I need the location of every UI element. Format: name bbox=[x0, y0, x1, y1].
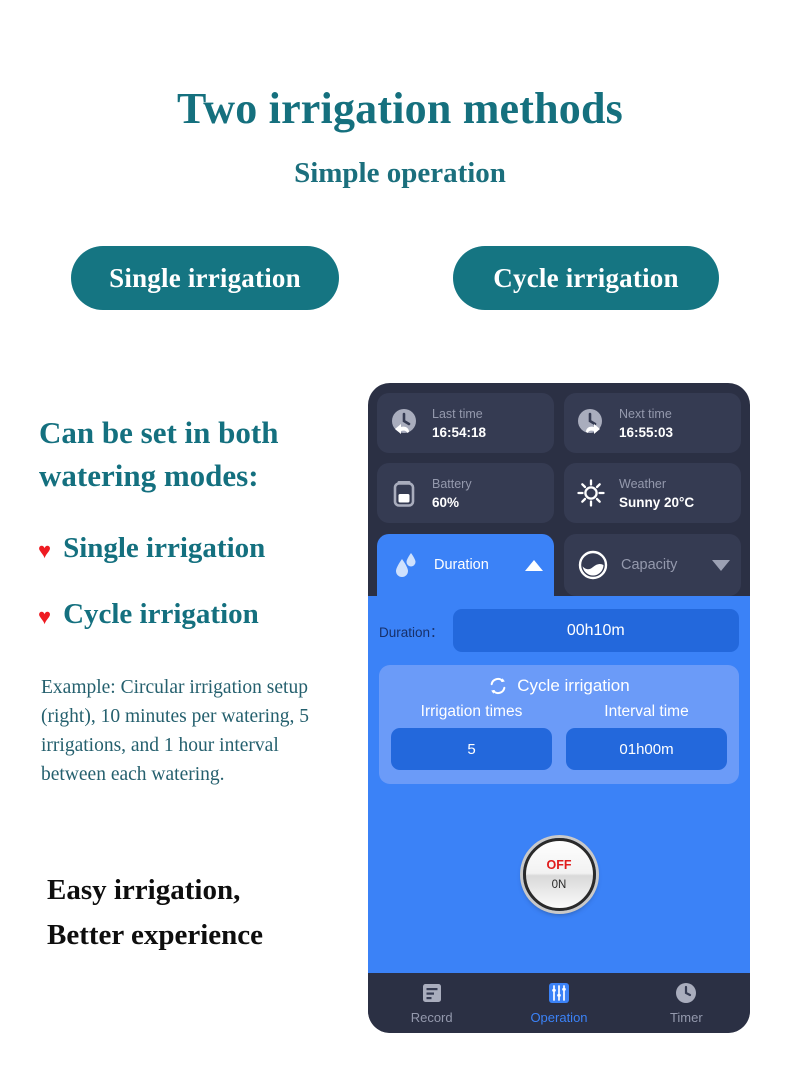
status-card-value: 16:55:03 bbox=[619, 424, 674, 440]
cycle-title: Cycle irrigation bbox=[517, 676, 630, 695]
interval-time-label: Interval time bbox=[604, 703, 689, 720]
page-title: Two irrigation methods bbox=[176, 84, 623, 133]
capacity-icon bbox=[575, 547, 611, 583]
nav-item-record[interactable]: Record bbox=[368, 981, 495, 1025]
duration-panel: Duration： 00h10m Cycle irrigation Irriga… bbox=[368, 596, 750, 973]
badge-cycle-irrigation[interactable]: Cycle irrigation bbox=[453, 246, 719, 310]
record-icon bbox=[420, 981, 444, 1005]
power-knob-area: OFF 0N bbox=[379, 784, 739, 973]
status-card-value: 16:54:18 bbox=[432, 424, 487, 440]
loop-icon bbox=[488, 676, 508, 696]
status-card-label: Next time bbox=[619, 406, 672, 421]
status-card-label: Battery bbox=[432, 476, 472, 491]
cycle-header: Cycle irrigation bbox=[391, 676, 727, 696]
nav-label: Timer bbox=[669, 1010, 703, 1025]
status-card-next-time[interactable]: Next time 16:55:03 bbox=[564, 393, 741, 453]
page-subtitle: Simple operation bbox=[294, 157, 506, 189]
mode-tabs: Duration Capacity bbox=[377, 534, 741, 596]
duration-value-field[interactable]: 00h10m bbox=[452, 609, 739, 652]
phone-mockup: Last time 16:54:18 Next time 16:55:03 Ba… bbox=[368, 383, 750, 1033]
nav-label: Operation bbox=[530, 1010, 588, 1025]
power-toggle-knob[interactable]: OFF 0N bbox=[522, 838, 596, 911]
irrigation-times-group: Irrigation times 5 bbox=[391, 703, 552, 770]
list-item-label: Single irrigation bbox=[63, 532, 266, 564]
nav-item-timer[interactable]: Timer bbox=[623, 981, 750, 1025]
nav-item-operation[interactable]: Operation bbox=[495, 981, 622, 1025]
status-cards: Last time 16:54:18 Next time 16:55:03 Ba… bbox=[377, 393, 741, 523]
triangle-down-icon[interactable] bbox=[712, 559, 730, 571]
status-card-battery[interactable]: Battery 60% bbox=[377, 463, 554, 523]
status-card-weather[interactable]: Weather Sunny 20°C bbox=[564, 463, 741, 523]
heart-icon: ♥ bbox=[38, 537, 52, 563]
nav-label: Record bbox=[410, 1010, 453, 1025]
cycle-fields: Irrigation times 5 Interval time 01h00m bbox=[391, 703, 727, 770]
status-card-label: Weather bbox=[619, 476, 667, 491]
status-card-last-time[interactable]: Last time 16:54:18 bbox=[377, 393, 554, 453]
tab-duration[interactable]: Duration bbox=[377, 534, 554, 596]
example-paragraph: Example: Circular irrigation setup (righ… bbox=[41, 677, 310, 785]
tab-label: Duration bbox=[434, 557, 489, 573]
list-item-label: Cycle irrigation bbox=[63, 598, 259, 630]
modes-heading: Can be set in both watering modes: bbox=[39, 415, 279, 493]
closing-line-1: Easy irrigation, bbox=[47, 874, 241, 906]
status-card-value: 60% bbox=[432, 494, 460, 510]
list-item: ♥ Cycle irrigation bbox=[38, 598, 259, 631]
triangle-up-icon[interactable] bbox=[525, 559, 543, 571]
irrigation-times-field[interactable]: 5 bbox=[391, 728, 552, 770]
status-card-value: Sunny 20°C bbox=[619, 494, 695, 510]
poster-root: Two irrigation methods Simple operation … bbox=[0, 0, 800, 1069]
sliders-icon bbox=[547, 981, 571, 1005]
cycle-irrigation-card: Cycle irrigation Irrigation times 5 Inte… bbox=[379, 665, 739, 784]
interval-time-field[interactable]: 01h00m bbox=[566, 728, 727, 770]
bottom-navigation: Record Operation Timer bbox=[368, 973, 750, 1033]
knob-off-label: OFF bbox=[546, 858, 572, 872]
clock-forward-icon bbox=[574, 406, 608, 440]
knob-on-label: 0N bbox=[551, 879, 567, 891]
interval-time-group: Interval time 01h00m bbox=[566, 703, 727, 770]
water-drops-icon bbox=[388, 547, 424, 583]
clock-back-icon bbox=[387, 406, 421, 440]
status-card-label: Last time bbox=[432, 406, 483, 421]
list-item: ♥ Single irrigation bbox=[38, 532, 265, 565]
heart-icon: ♥ bbox=[38, 603, 52, 629]
clock-icon bbox=[674, 981, 698, 1005]
closing-line-2: Better experience bbox=[47, 919, 264, 951]
badge-single-irrigation[interactable]: Single irrigation bbox=[71, 246, 339, 310]
tab-label: Capacity bbox=[621, 557, 678, 573]
duration-label: Duration： bbox=[379, 624, 444, 640]
phone-screen: Last time 16:54:18 Next time 16:55:03 Ba… bbox=[368, 383, 750, 596]
irrigation-times-label: Irrigation times bbox=[420, 703, 523, 720]
closing-slogan: Easy irrigation, Better experience bbox=[47, 868, 367, 958]
sun-icon bbox=[574, 476, 608, 510]
duration-row: Duration： 00h10m bbox=[379, 609, 739, 652]
battery-icon bbox=[387, 476, 421, 510]
tab-capacity[interactable]: Capacity bbox=[564, 534, 741, 596]
